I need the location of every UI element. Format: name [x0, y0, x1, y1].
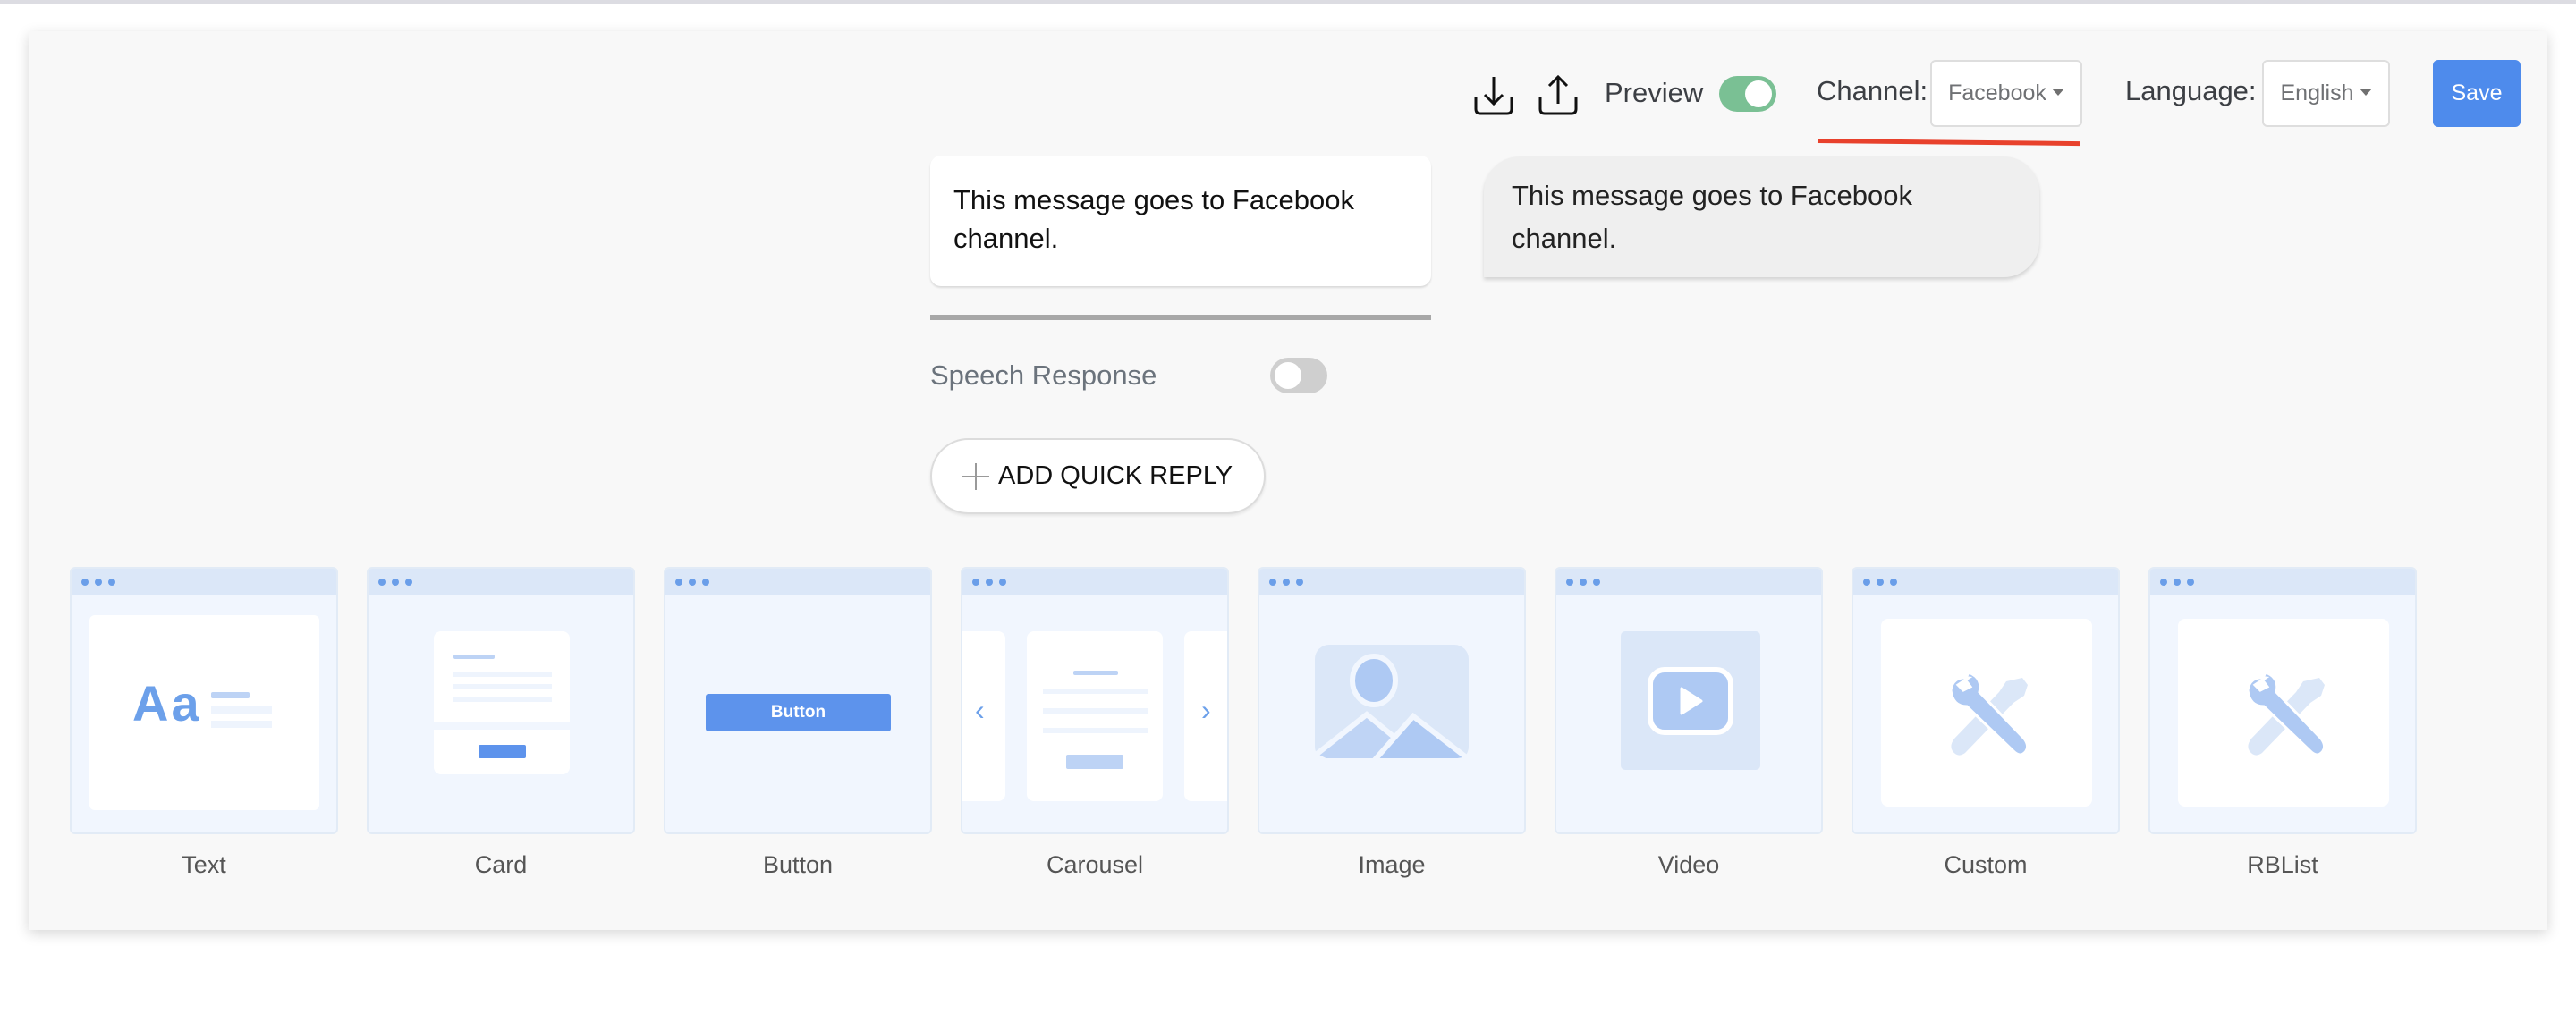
- custom-template-icon: [1881, 619, 2092, 807]
- speech-response-label: Speech Response: [930, 359, 1157, 391]
- template-label: Video: [1657, 851, 1720, 878]
- preview-toggle-knob: [1745, 80, 1772, 107]
- template-video[interactable]: Video: [1555, 567, 1823, 879]
- text-sample: Aa: [132, 675, 202, 731]
- template-carousel[interactable]: ‹ › Carousel: [961, 567, 1229, 879]
- template-frame: [1852, 567, 2120, 834]
- template-label: Carousel: [1046, 851, 1144, 878]
- rblist-template-icon: [2178, 619, 2389, 807]
- message-text-input[interactable]: This message goes to Facebook channel.: [930, 156, 1431, 286]
- preview-message-bubble: This message goes to Facebook channel.: [1484, 156, 2039, 277]
- message-divider: [930, 315, 1431, 320]
- add-quick-reply-button[interactable]: ADD QUICK REPLY: [930, 438, 1266, 514]
- text-template-icon: Aa: [89, 615, 319, 810]
- template-button[interactable]: Button Button: [664, 567, 932, 879]
- template-frame: [2148, 567, 2417, 834]
- speech-response-toggle[interactable]: [1270, 358, 1327, 393]
- language-value: English: [2280, 80, 2354, 106]
- card-template-icon: [434, 631, 570, 774]
- chevron-down-icon: [2051, 88, 2064, 96]
- language-dropdown[interactable]: English: [2262, 60, 2390, 127]
- language-label: Language:: [2125, 75, 2257, 106]
- tools-icon: [1949, 672, 2029, 756]
- upload-icon: [1538, 74, 1578, 115]
- top-border: [0, 0, 2576, 4]
- video-template-icon: [1621, 631, 1760, 770]
- template-frame: [1258, 567, 1526, 834]
- window-dots-icon: [665, 569, 930, 595]
- template-label: Image: [1358, 851, 1426, 878]
- download-icon: [1474, 77, 1513, 115]
- window-dots-icon: [72, 569, 336, 595]
- chevron-right-icon: ›: [1201, 694, 1211, 726]
- tools-icon: [2246, 672, 2326, 756]
- template-label: Card: [474, 851, 528, 878]
- template-text[interactable]: Aa Text: [70, 567, 338, 879]
- template-label: Button: [762, 851, 834, 878]
- play-icon: [1648, 667, 1733, 735]
- template-frame: [367, 567, 635, 834]
- template-card[interactable]: Card: [367, 567, 635, 879]
- template-frame: Aa: [70, 567, 338, 834]
- preview-toggle[interactable]: [1719, 76, 1776, 112]
- template-rblist[interactable]: RBList: [2148, 567, 2417, 879]
- window-dots-icon: [1853, 569, 2118, 595]
- window-dots-icon: [1556, 569, 1821, 595]
- carousel-template-icon: ‹ ›: [962, 631, 1227, 801]
- template-label: RBList: [2247, 851, 2318, 878]
- window-dots-icon: [369, 569, 633, 595]
- window-dots-icon: [1259, 569, 1524, 595]
- chevron-down-icon: [2359, 88, 2372, 96]
- template-label: Custom: [1944, 851, 2028, 878]
- speech-toggle-knob: [1275, 362, 1301, 389]
- image-template-icon: [1315, 645, 1469, 761]
- chevron-left-icon: ‹: [975, 694, 985, 726]
- channel-dropdown[interactable]: Facebook: [1930, 60, 2082, 127]
- window-dots-icon: [962, 569, 1227, 595]
- template-custom[interactable]: Custom: [1852, 567, 2120, 879]
- template-image[interactable]: Image: [1258, 567, 1526, 879]
- upload-button[interactable]: [1537, 72, 1580, 116]
- template-label: Text: [182, 851, 226, 878]
- template-frame: Button: [664, 567, 932, 834]
- channel-label: Channel:: [1817, 75, 1928, 106]
- channel-value: Facebook: [1948, 80, 2046, 106]
- template-frame: ‹ ›: [961, 567, 1229, 834]
- download-button[interactable]: [1472, 72, 1515, 116]
- add-quick-reply-label: ADD QUICK REPLY: [998, 461, 1233, 490]
- template-frame: [1555, 567, 1823, 834]
- window-dots-icon: [2150, 569, 2415, 595]
- save-button[interactable]: Save: [2433, 60, 2521, 127]
- plus-icon: [962, 462, 989, 490]
- preview-label: Preview: [1605, 77, 1704, 108]
- button-template-icon: Button: [706, 694, 891, 731]
